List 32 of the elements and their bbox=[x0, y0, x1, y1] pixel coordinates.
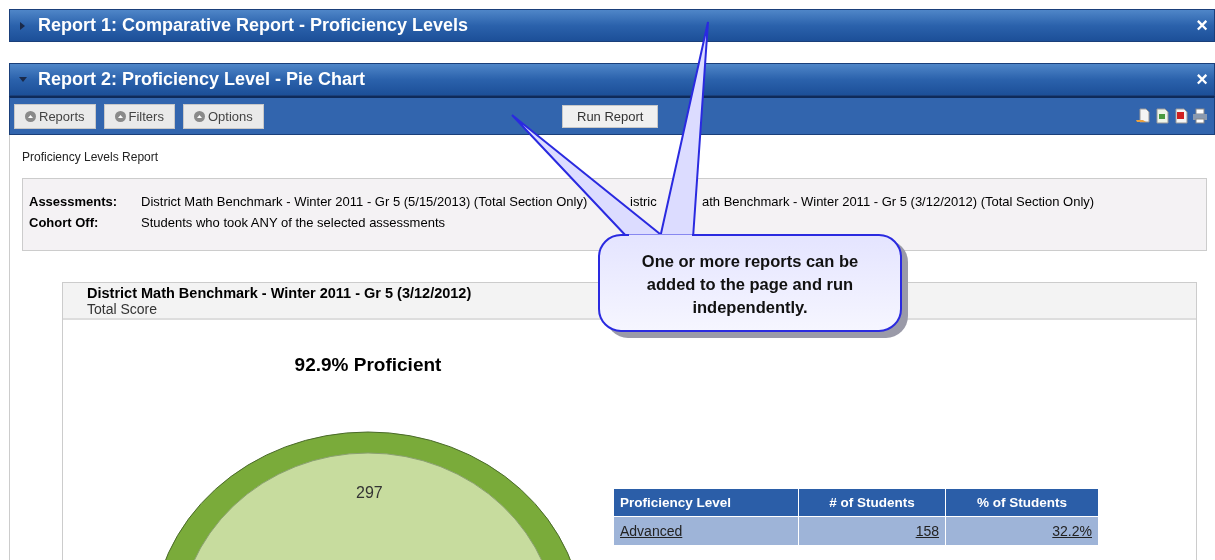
pdf-icon[interactable] bbox=[1173, 108, 1189, 124]
table-cell-link[interactable]: 158 bbox=[915, 523, 939, 539]
criteria-value: District Math Benchmark - Winter 2011 - Gr 5 (5/15/2013) (Total Section Only) bbox=[141, 194, 589, 209]
column-header: # of Students bbox=[798, 488, 946, 517]
card-title: District Math Benchmark - Winter 2011 - Gr 5 (3/12/2012) bbox=[87, 285, 472, 301]
panel-title: Report 1: Comparative Report - Proficiency Levels bbox=[38, 15, 469, 36]
run-report-button[interactable]: Run Report bbox=[562, 104, 659, 128]
table-cell-link[interactable]: 32.2% bbox=[1052, 523, 1092, 539]
panel-header[interactable]: Report 2: Proficiency Level - Pie Chart × bbox=[9, 63, 1215, 96]
close-button[interactable]: × bbox=[1196, 14, 1208, 37]
panel-header[interactable]: Report 1: Comparative Report - Proficiency Levels × bbox=[9, 9, 1215, 42]
document-hand-icon[interactable] bbox=[1135, 108, 1151, 124]
column-header: Proficiency Level bbox=[613, 488, 799, 517]
criteria-label: Cohort Off: bbox=[29, 215, 100, 230]
toolbar-button[interactable]: Reports bbox=[14, 103, 96, 129]
close-button[interactable]: × bbox=[1196, 68, 1208, 91]
spreadsheet-icon[interactable] bbox=[1154, 108, 1170, 124]
criteria-value: istric bbox=[630, 194, 658, 209]
toolbar-button[interactable]: Filters bbox=[103, 103, 175, 129]
criteria-label: Assessments: bbox=[29, 194, 119, 209]
criteria-value: ath Benchmark - Winter 2011 - Gr 5 (3/12/2012) (Total Section Only) bbox=[702, 194, 1095, 209]
pie-label: 297 bbox=[356, 484, 383, 502]
report-title: Proficiency Levels Report bbox=[22, 150, 160, 164]
chart-title: 92.9% Proficient bbox=[294, 354, 442, 376]
criteria-value: Students who took ANY of the selected assessments bbox=[141, 215, 446, 230]
callout-text: One or more reports can be added to the page and run independently. bbox=[640, 251, 860, 318]
print-icon[interactable] bbox=[1192, 108, 1208, 124]
panel-title: Report 2: Proficiency Level - Pie Chart bbox=[38, 69, 366, 90]
toolbar-button[interactable]: Options bbox=[182, 103, 264, 129]
column-header: % of Students bbox=[945, 488, 1099, 517]
card-subtitle: Total Score bbox=[87, 301, 158, 317]
table-cell-link[interactable]: Advanced bbox=[620, 523, 683, 539]
